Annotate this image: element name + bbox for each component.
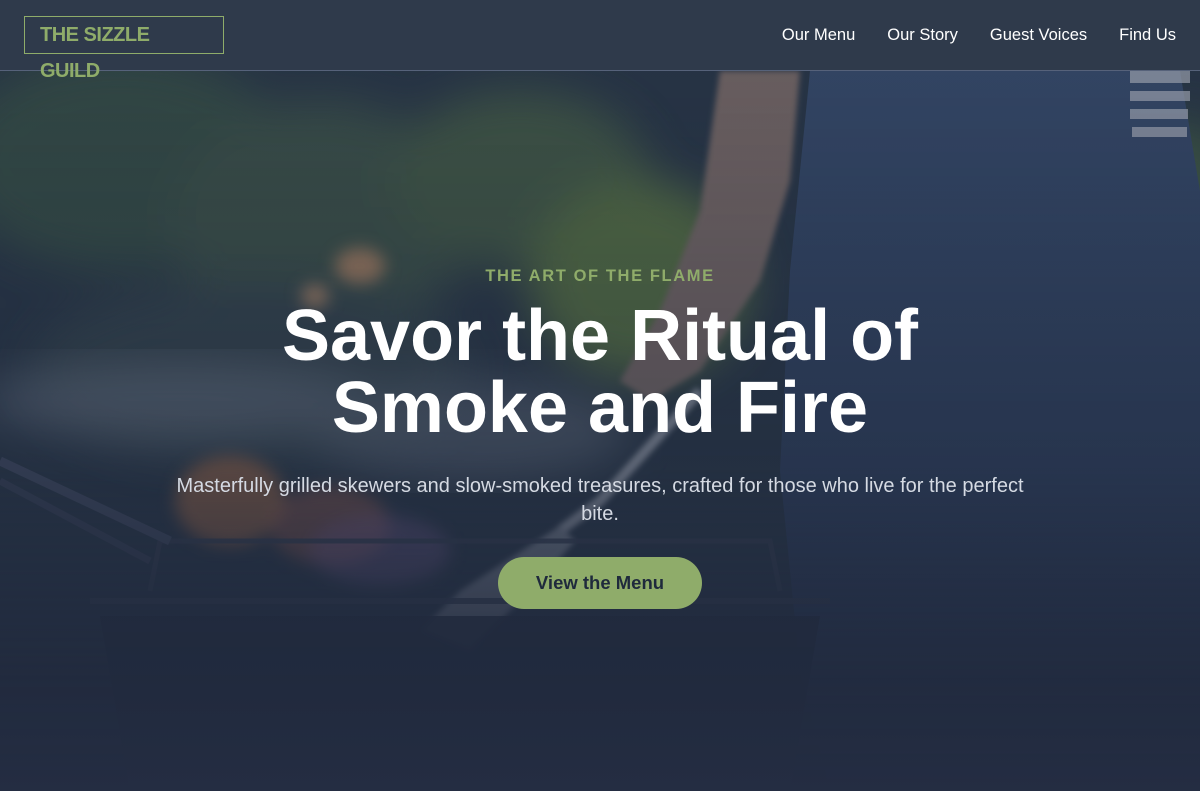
nav-link-guest-voices[interactable]: Guest Voices <box>990 26 1087 45</box>
main-nav: Our Menu Our Story Guest Voices Find Us <box>782 26 1176 45</box>
site-logo[interactable]: THE SIZZLE GUILD <box>24 16 224 82</box>
nav-link-our-story[interactable]: Our Story <box>887 26 958 45</box>
nav-link-our-menu[interactable]: Our Menu <box>782 26 855 45</box>
page-bottom-edge <box>0 791 1200 800</box>
hero-headline: Savor the Ritual of Smoke and Fire <box>281 296 919 448</box>
hero-subtitle: Masterfully grilled skewers and slow-smo… <box>176 475 1024 525</box>
nav-link-find-us[interactable]: Find Us <box>1119 26 1176 45</box>
view-menu-button[interactable]: View the Menu <box>498 557 702 609</box>
site-header: THE SIZZLE GUILD Our Menu Our Story Gues… <box>0 0 1200 82</box>
hero-eyebrow: THE ART OF THE FLAME <box>485 267 715 285</box>
hero-content: THE ART OF THE FLAME Savor the Ritual of… <box>0 71 1200 791</box>
hero-section: THE ART OF THE FLAME Savor the Ritual of… <box>0 71 1200 791</box>
